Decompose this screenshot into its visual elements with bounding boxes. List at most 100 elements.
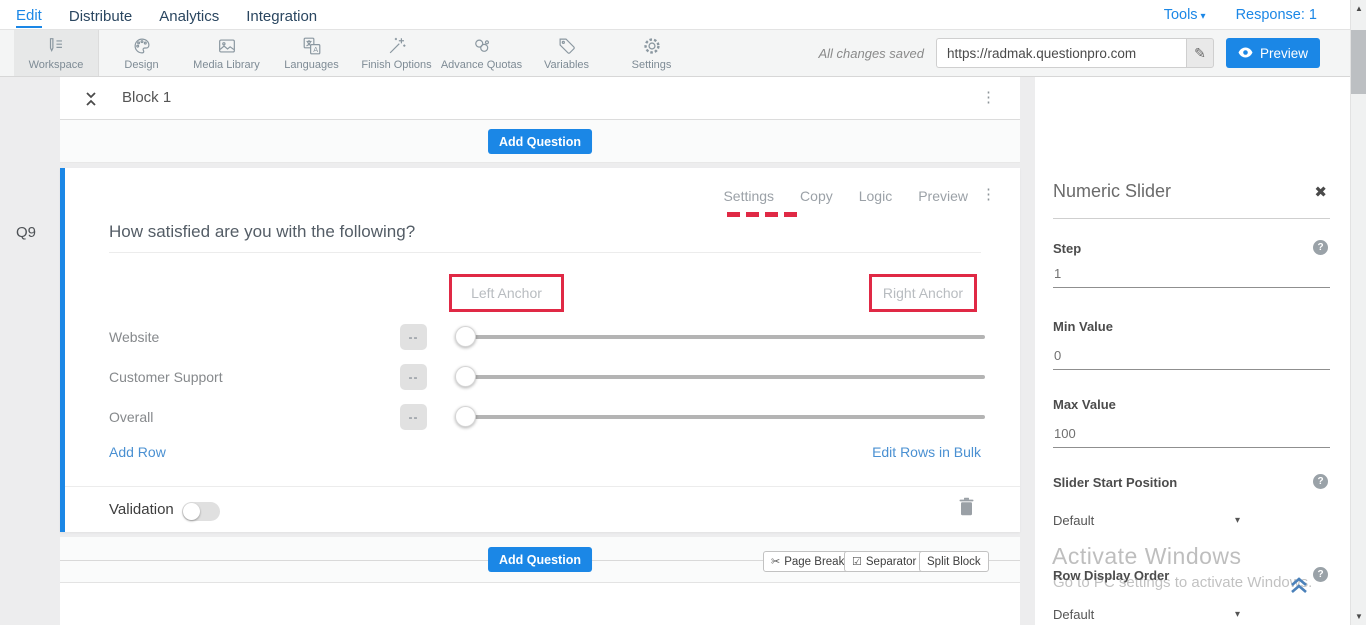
toggle-knob — [183, 503, 200, 520]
validation-label: Validation — [109, 501, 174, 518]
step-label: Step — [1053, 241, 1081, 256]
palette-icon — [131, 35, 153, 57]
step-help-icon[interactable]: ? — [1313, 240, 1328, 255]
max-value-label: Max Value — [1053, 397, 1116, 412]
row-label[interactable]: Overall — [109, 397, 153, 437]
slider-track[interactable] — [457, 375, 985, 379]
add-question-band-top: Add Question — [60, 120, 1020, 163]
right-anchor-input[interactable] — [872, 277, 974, 309]
row-label[interactable]: Website — [109, 317, 159, 357]
response-count-link[interactable]: Response: 1 — [1236, 7, 1317, 23]
min-value-field — [1053, 347, 1330, 370]
row-display-order-select[interactable]: Default ▾ — [1053, 607, 1273, 622]
block-title: Block 1 — [122, 89, 171, 106]
toolbar-item-languages[interactable]: A Languages — [269, 30, 354, 76]
trash-icon — [959, 503, 974, 520]
slider-thumb[interactable] — [455, 406, 476, 427]
translate-icon: A — [301, 35, 323, 57]
slider-start-position-help-icon[interactable]: ? — [1313, 474, 1328, 489]
toolbar-item-media-library[interactable]: Media Library — [184, 30, 269, 76]
svg-text:A: A — [313, 45, 318, 54]
row-value-badge: -- — [400, 364, 427, 390]
editor-toolbar: Workspace Design Media Library A Languag… — [0, 30, 1350, 77]
scrollbar-up-arrow[interactable]: ▲ — [1351, 0, 1366, 17]
scrollbar-down-arrow[interactable]: ▼ — [1351, 608, 1366, 625]
nav-tab-edit[interactable]: Edit — [16, 3, 42, 28]
image-icon — [216, 35, 238, 57]
add-question-band-bottom: Add Question ✂Page Break ☑Separator Spli… — [60, 537, 1020, 583]
tools-menu[interactable]: Tools▾ — [1164, 7, 1206, 23]
edit-url-button[interactable]: ✎ — [1186, 38, 1214, 68]
collapse-block-icon[interactable] — [84, 91, 98, 112]
panel-divider — [1053, 218, 1330, 219]
survey-url-group: ✎ — [936, 38, 1214, 68]
slider-track[interactable] — [457, 415, 985, 419]
toolbar-item-workspace[interactable]: Workspace — [14, 30, 99, 76]
question-copy-link[interactable]: Copy — [800, 188, 833, 204]
row-label[interactable]: Customer Support — [109, 357, 223, 397]
toolbar-item-advance-quotas[interactable]: Advance Quotas — [439, 30, 524, 76]
row-value-badge: -- — [400, 324, 427, 350]
delete-question-button[interactable] — [959, 497, 974, 521]
scroll-to-top-icon[interactable] — [1288, 575, 1310, 600]
toolbar-item-settings[interactable]: Settings — [609, 30, 694, 76]
row-value-badge: -- — [400, 404, 427, 430]
question-logic-link[interactable]: Logic — [859, 188, 892, 204]
add-row-link[interactable]: Add Row — [109, 444, 166, 460]
top-nav-tabs: Edit Distribute Analytics Integration — [16, 0, 317, 30]
toolbar-item-label: Design — [124, 59, 158, 71]
split-block-button[interactable]: Split Block — [919, 551, 989, 572]
slider-row-website: Website -- — [65, 317, 1025, 357]
max-value-input[interactable] — [1053, 426, 1330, 447]
slider-start-position-select[interactable]: Default ▾ — [1053, 513, 1273, 528]
slider-row-overall: Overall -- — [65, 397, 1025, 437]
min-value-label: Min Value — [1053, 319, 1113, 334]
toolbar-items: Workspace Design Media Library A Languag… — [14, 30, 694, 76]
caret-down-icon: ▾ — [1235, 515, 1240, 526]
question-menu: Settings Copy Logic Preview — [723, 188, 968, 204]
activate-windows-watermark: Activate Windows — [1052, 543, 1242, 570]
question-menu-icon[interactable]: ⋮ — [981, 187, 996, 202]
validation-toggle[interactable] — [182, 502, 220, 521]
toolbar-item-design[interactable]: Design — [99, 30, 184, 76]
toolbar-right: All changes saved ✎ Preview — [818, 30, 1320, 76]
close-panel-icon[interactable]: ✖ — [1314, 183, 1327, 201]
separator-button[interactable]: ☑Separator — [844, 551, 924, 572]
survey-url-input[interactable] — [936, 38, 1186, 68]
nav-tab-analytics[interactable]: Analytics — [159, 4, 219, 27]
scissors-icon: ✂ — [771, 555, 780, 568]
right-anchor-annotation-box — [869, 274, 977, 312]
question-title[interactable]: How satisfied are you with the following… — [109, 222, 415, 242]
scrollbar-thumb[interactable] — [1351, 30, 1366, 94]
preview-button[interactable]: Preview — [1226, 38, 1320, 68]
toolbar-item-variables[interactable]: Variables — [524, 30, 609, 76]
toolbar-item-label: Settings — [632, 59, 672, 71]
slider-thumb[interactable] — [455, 366, 476, 387]
eye-icon — [1238, 46, 1253, 61]
numeric-slider — [457, 317, 985, 357]
min-value-input[interactable] — [1053, 348, 1330, 369]
checkbox-icon: ☑ — [852, 555, 862, 568]
page-break-button[interactable]: ✂Page Break — [763, 551, 852, 572]
question-settings-link[interactable]: Settings — [723, 188, 774, 204]
slider-thumb[interactable] — [455, 326, 476, 347]
step-field — [1053, 265, 1330, 288]
row-display-order-help-icon[interactable]: ? — [1313, 567, 1328, 582]
slider-track[interactable] — [457, 335, 985, 339]
slider-row-customer-support: Customer Support -- — [65, 357, 1025, 397]
row-links: Add Row Edit Rows in Bulk — [65, 444, 1025, 464]
vertical-scrollbar[interactable]: ▲ ▼ — [1350, 0, 1366, 625]
left-anchor-input[interactable] — [452, 277, 561, 309]
nav-tab-integration[interactable]: Integration — [246, 4, 317, 27]
question-preview-link[interactable]: Preview — [918, 188, 968, 204]
toolbar-item-finish-options[interactable]: Finish Options — [354, 30, 439, 76]
max-value-field — [1053, 425, 1330, 448]
step-input[interactable] — [1053, 266, 1330, 287]
add-question-button-bottom[interactable]: Add Question — [488, 547, 592, 572]
edit-rows-in-bulk-link[interactable]: Edit Rows in Bulk — [872, 444, 981, 460]
add-question-button-top[interactable]: Add Question — [488, 129, 592, 154]
nav-tab-distribute[interactable]: Distribute — [69, 4, 132, 27]
toolbar-item-label: Variables — [544, 59, 589, 71]
pencil-icon: ✎ — [1194, 45, 1206, 62]
block-menu-icon[interactable]: ⋮ — [981, 90, 996, 105]
